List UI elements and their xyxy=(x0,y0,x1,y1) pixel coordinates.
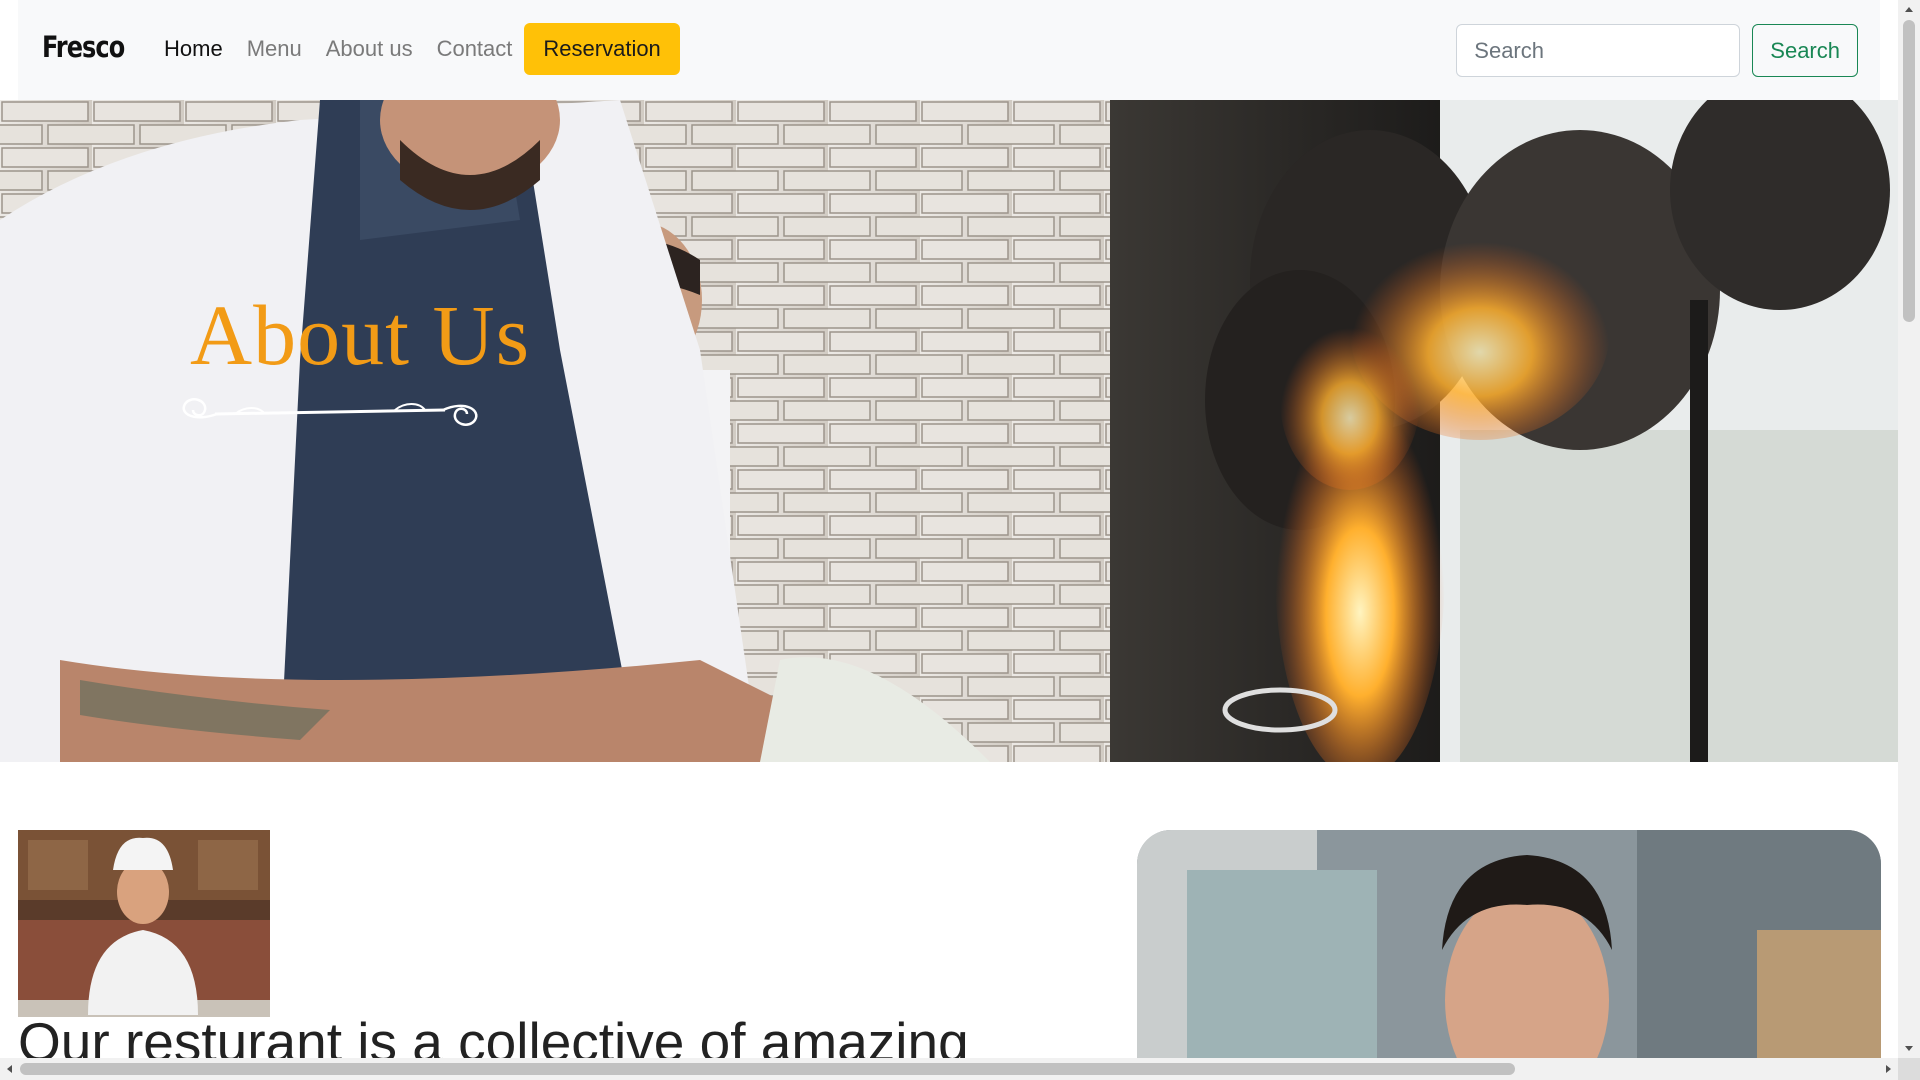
horizontal-scroll-thumb[interactable] xyxy=(20,1063,1515,1075)
chef-thumbnail-image xyxy=(18,830,270,1017)
ornament-divider-icon xyxy=(182,398,478,426)
vertical-scrollbar[interactable] xyxy=(1898,0,1920,1058)
scroll-down-icon[interactable] xyxy=(1905,1046,1913,1051)
brand-logo[interactable]: Fresco xyxy=(42,30,125,64)
scrollbar-corner xyxy=(1898,1058,1920,1080)
vertical-scroll-thumb[interactable] xyxy=(1903,20,1915,322)
nav-link-contact[interactable]: Contact xyxy=(425,36,525,62)
hero-title: About Us xyxy=(190,287,531,383)
scroll-up-icon[interactable] xyxy=(1905,7,1913,12)
search-form: Search xyxy=(1456,24,1858,77)
nav-link-menu[interactable]: Menu xyxy=(235,36,314,62)
page-viewport: Fresco Home Menu About us Contact Reserv… xyxy=(0,0,1898,1058)
horizontal-scrollbar[interactable] xyxy=(0,1058,1898,1080)
chef-portrait-image xyxy=(1137,830,1881,1058)
about-heading: Our resturant is a collective of amazing xyxy=(18,1011,969,1058)
search-button[interactable]: Search xyxy=(1752,24,1858,77)
navbar: Fresco Home Menu About us Contact Reserv… xyxy=(18,0,1880,100)
reservation-button[interactable]: Reservation xyxy=(524,23,680,75)
nav-link-about-us[interactable]: About us xyxy=(314,36,425,62)
nav-links: Home Menu About us Contact Reservation xyxy=(152,23,680,75)
scroll-right-icon[interactable] xyxy=(1886,1065,1891,1073)
hero-banner: About Us xyxy=(0,100,1898,762)
search-input[interactable] xyxy=(1456,24,1741,77)
scroll-left-icon[interactable] xyxy=(7,1065,12,1073)
nav-link-home[interactable]: Home xyxy=(152,36,235,62)
